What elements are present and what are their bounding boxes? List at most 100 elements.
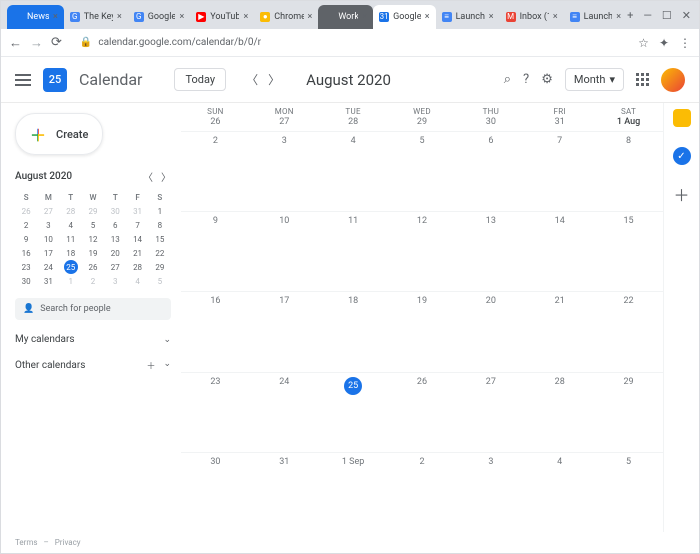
mini-date-cell[interactable]: 25	[64, 260, 78, 274]
help-icon[interactable]: ?	[523, 72, 529, 87]
browser-tab[interactable]: ●Chrome×	[254, 5, 318, 29]
tab-close-icon[interactable]: ×	[117, 12, 122, 22]
mini-date-cell[interactable]: 20	[104, 246, 126, 260]
mini-prev-button[interactable]: 〈	[143, 169, 153, 184]
search-people-input[interactable]: 👤 Search for people	[15, 298, 171, 320]
account-avatar[interactable]	[661, 68, 685, 92]
mini-date-cell[interactable]: 2	[82, 274, 104, 288]
create-button[interactable]: ＋ Create	[15, 113, 103, 155]
mini-date-cell[interactable]: 30	[104, 204, 126, 218]
mini-date-cell[interactable]: 28	[126, 260, 148, 274]
minimize-button[interactable]: —	[643, 9, 652, 22]
forward-button[interactable]: →	[30, 35, 43, 51]
date-cell[interactable]: 17	[250, 291, 319, 371]
mini-date-cell[interactable]: 29	[82, 204, 104, 218]
mini-date-cell[interactable]: 26	[82, 260, 104, 274]
mini-date-cell[interactable]: 10	[37, 232, 59, 246]
date-cell[interactable]: 6	[456, 131, 525, 211]
mini-date-cell[interactable]: 18	[60, 246, 82, 260]
mini-date-cell[interactable]: 1	[60, 274, 82, 288]
view-selector[interactable]: Month ▾	[565, 68, 624, 91]
mini-date-cell[interactable]: 4	[60, 218, 82, 232]
date-cell[interactable]: 4	[319, 131, 388, 211]
mini-date-cell[interactable]: 6	[104, 218, 126, 232]
my-calendars-section[interactable]: My calendars ⌄	[15, 334, 171, 345]
close-window-button[interactable]: ✕	[682, 9, 691, 22]
date-cell[interactable]: 12	[388, 211, 457, 291]
mini-date-cell[interactable]: 21	[126, 246, 148, 260]
tab-close-icon[interactable]: ×	[362, 12, 367, 22]
date-cell[interactable]: 29	[594, 372, 663, 452]
date-cell[interactable]: 28	[525, 372, 594, 452]
tab-close-icon[interactable]: ×	[53, 12, 58, 22]
date-cell[interactable]: 3	[456, 452, 525, 532]
mini-date-cell[interactable]: 7	[126, 218, 148, 232]
date-cell[interactable]: 2	[181, 131, 250, 211]
mini-date-cell[interactable]: 19	[82, 246, 104, 260]
browser-tab[interactable]: MInbox (1×	[500, 5, 564, 29]
tab-close-icon[interactable]: ×	[616, 12, 621, 22]
date-cell[interactable]: 11	[319, 211, 388, 291]
date-cell[interactable]: 14	[525, 211, 594, 291]
browser-tab[interactable]: GThe Key×	[64, 5, 128, 29]
mini-date-cell[interactable]: 3	[104, 274, 126, 288]
mini-date-cell[interactable]: 31	[126, 204, 148, 218]
mini-date-cell[interactable]: 30	[15, 274, 37, 288]
tab-close-icon[interactable]: ×	[179, 12, 184, 22]
date-cell[interactable]: 3	[250, 131, 319, 211]
date-cell[interactable]: 8	[594, 131, 663, 211]
mini-date-cell[interactable]: 22	[149, 246, 171, 260]
prev-period-button[interactable]: 〈	[246, 71, 258, 88]
browser-tab[interactable]: GGoogle×	[128, 5, 190, 29]
privacy-link[interactable]: Privacy	[55, 538, 81, 547]
tab-close-icon[interactable]: ×	[489, 12, 494, 22]
mini-date-cell[interactable]: 16	[15, 246, 37, 260]
date-cell[interactable]: 1 Sep	[319, 452, 388, 532]
google-apps-icon[interactable]	[636, 73, 649, 86]
mini-date-cell[interactable]: 4	[126, 274, 148, 288]
mini-date-cell[interactable]: 17	[37, 246, 59, 260]
mini-date-cell[interactable]: 8	[149, 218, 171, 232]
mini-date-cell[interactable]: 27	[37, 204, 59, 218]
keep-icon[interactable]	[673, 109, 691, 127]
date-cell[interactable]: 2	[388, 452, 457, 532]
tab-close-icon[interactable]: ×	[243, 12, 248, 22]
date-cell[interactable]: 4	[525, 452, 594, 532]
mini-date-cell[interactable]: 5	[149, 274, 171, 288]
date-cell[interactable]: 9	[181, 211, 250, 291]
mini-date-cell[interactable]: 31	[37, 274, 59, 288]
browser-tab[interactable]: ≡Launch Pr×	[436, 5, 500, 29]
new-tab-button[interactable]: +	[627, 9, 633, 22]
mini-date-cell[interactable]: 15	[149, 232, 171, 246]
browser-tab[interactable]: News×	[7, 5, 64, 29]
other-calendars-section[interactable]: Other calendars ＋ ⌄	[15, 359, 171, 372]
mini-date-cell[interactable]: 1	[149, 204, 171, 218]
date-cell[interactable]: 19	[388, 291, 457, 371]
mini-date-cell[interactable]: 24	[37, 260, 59, 274]
tab-close-icon[interactable]: ×	[425, 12, 430, 22]
mini-date-cell[interactable]: 3	[37, 218, 59, 232]
date-cell[interactable]: 5	[594, 452, 663, 532]
terms-link[interactable]: Terms	[15, 538, 37, 547]
date-cell[interactable]: 25	[319, 372, 388, 452]
date-cell[interactable]: 5	[388, 131, 457, 211]
settings-icon[interactable]: ⚙	[541, 72, 553, 87]
date-cell[interactable]: 22	[594, 291, 663, 371]
mini-date-cell[interactable]: 12	[82, 232, 104, 246]
date-cell[interactable]: 26	[388, 372, 457, 452]
tasks-icon[interactable]: ✓	[673, 147, 691, 165]
date-cell[interactable]: 7	[525, 131, 594, 211]
date-cell[interactable]: 21	[525, 291, 594, 371]
bookmark-icon[interactable]: ☆	[638, 36, 649, 50]
date-cell[interactable]: 16	[181, 291, 250, 371]
mini-date-cell[interactable]: 14	[126, 232, 148, 246]
browser-tab[interactable]: Work×	[318, 5, 373, 29]
date-cell[interactable]: 20	[456, 291, 525, 371]
date-cell[interactable]: 15	[594, 211, 663, 291]
addons-icon[interactable]: ＋	[673, 185, 691, 203]
date-cell[interactable]: 30	[181, 452, 250, 532]
browser-tab[interactable]: 31Google×	[373, 5, 435, 29]
mini-date-cell[interactable]: 28	[60, 204, 82, 218]
mini-date-cell[interactable]: 23	[15, 260, 37, 274]
browser-tab[interactable]: ▶YouTube×	[190, 5, 254, 29]
